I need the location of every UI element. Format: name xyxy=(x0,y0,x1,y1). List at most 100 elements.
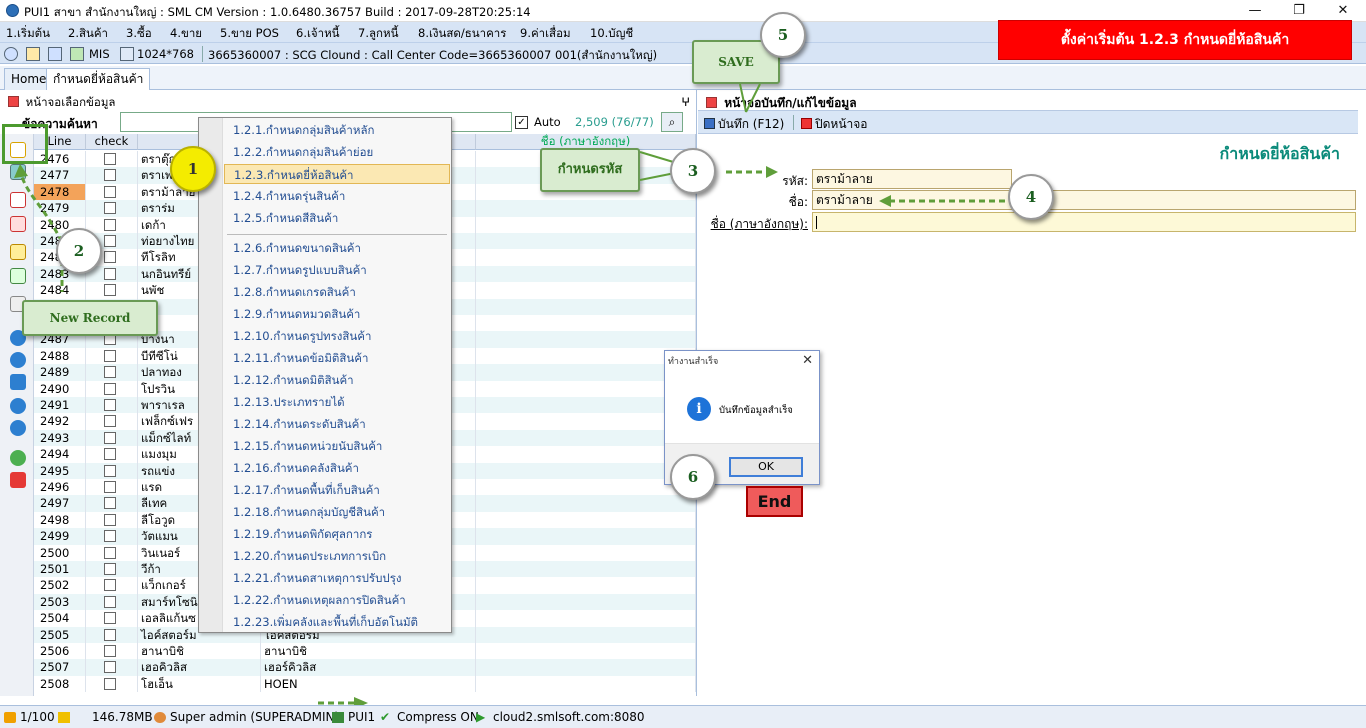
dropdown-item[interactable]: 1.2.23.เพิ่มคลังและพื้นที่เก็บอัตโนมัติ xyxy=(224,612,450,632)
row-checkbox[interactable] xyxy=(104,513,116,526)
eng-name-field[interactable] xyxy=(812,212,1356,232)
dropdown-item[interactable]: 1.2.1.กำหนดกลุ่มสินค้าหลัก xyxy=(224,120,450,140)
dropdown-item[interactable]: 1.2.22.กำหนดเหตุผลการปิดสินค้า xyxy=(224,590,450,610)
line-cell: 2500 xyxy=(34,544,86,561)
chart-icon[interactable] xyxy=(70,47,84,61)
floppy-icon xyxy=(704,118,715,129)
row-checkbox[interactable] xyxy=(104,530,116,543)
menu-depreciation[interactable]: 9.ค่าเสื่อม xyxy=(520,25,571,43)
row-checkbox[interactable] xyxy=(104,645,116,657)
dropdown-item[interactable]: 1.2.13.ประเภทรายได้ xyxy=(224,392,450,412)
extra-cell xyxy=(476,446,696,463)
row-checkbox[interactable] xyxy=(104,677,116,690)
dialog-close-icon[interactable]: ✕ xyxy=(802,353,813,368)
row-checkbox[interactable] xyxy=(104,464,116,477)
menu-product[interactable]: 2.สินค้า xyxy=(68,25,108,43)
play-icon: ▶ xyxy=(476,710,486,724)
table-row[interactable]: 2506 ฮานาบิชิ ฮานาบิชิ xyxy=(34,643,696,660)
maximize-button[interactable]: ❐ xyxy=(1276,0,1322,22)
minimize-button[interactable]: — xyxy=(1232,0,1278,22)
row-checkbox[interactable] xyxy=(104,399,116,411)
dropdown-item[interactable]: 1.2.9.กำหนดหมวดสินค้า xyxy=(224,304,450,324)
close-window-button[interactable]: ✕ xyxy=(1320,0,1366,22)
menu-accounting[interactable]: 10.บัญชี xyxy=(590,25,633,43)
dropdown-item[interactable]: 1.2.11.กำหนดข้อมิติสินค้า xyxy=(224,348,450,368)
menu-cash-bank[interactable]: 8.เงินสด/ธนาคาร xyxy=(418,25,506,43)
mis-button[interactable]: MIS xyxy=(89,47,110,61)
dropdown-item[interactable]: 1.2.21.กำหนดสาเหตุการปรับปรุง xyxy=(224,568,450,588)
screen-icon[interactable] xyxy=(120,47,134,61)
extra-cell xyxy=(476,282,696,299)
pin-icon[interactable]: ⵖ xyxy=(681,92,690,112)
row-checkbox[interactable] xyxy=(104,382,116,395)
search-icon[interactable]: ⌕ xyxy=(661,112,683,132)
new-record-callout: New Record xyxy=(22,300,158,336)
help-icon[interactable] xyxy=(10,450,26,466)
line-cell: 2507 xyxy=(34,659,86,676)
dropdown-item[interactable]: 1.2.5.กำหนดสีสินค้า xyxy=(224,208,450,228)
menu-purchase[interactable]: 3.ซื้อ xyxy=(126,25,152,43)
row-checkbox[interactable] xyxy=(104,546,116,559)
code-field[interactable]: ตราม้าลาย xyxy=(812,169,1012,189)
row-checkbox[interactable] xyxy=(104,579,116,592)
extra-cell xyxy=(476,643,696,660)
dropdown-item[interactable]: 1.2.7.กำหนดรูปแบบสินค้า xyxy=(224,260,450,280)
row-checkbox[interactable] xyxy=(104,612,116,625)
menu-sales[interactable]: 4.ขาย xyxy=(170,25,202,43)
move-up-icon[interactable] xyxy=(10,398,26,414)
resolution-label[interactable]: 1024*768 xyxy=(137,47,194,61)
dropdown-item[interactable]: 1.2.3.กำหนดยี่ห้อสินค้า xyxy=(224,164,450,184)
window-titlebar: PUI1 สาขา สำนักงานใหญ่ : SML CM Version … xyxy=(0,0,1366,22)
row-checkbox[interactable] xyxy=(104,595,116,608)
row-checkbox[interactable] xyxy=(104,366,116,379)
menu-debtor[interactable]: 7.ลูกหนี้ xyxy=(358,25,398,43)
row-checkbox[interactable] xyxy=(104,481,116,493)
step-2-marker: 2 xyxy=(56,228,102,274)
forward-icon[interactable] xyxy=(10,352,26,368)
dropdown-item[interactable]: 1.2.19.กำหนดพิกัดศุลกากร xyxy=(224,524,450,544)
row-checkbox[interactable] xyxy=(104,415,116,428)
clock-icon[interactable] xyxy=(4,47,18,61)
auto-checkbox[interactable]: ✓ xyxy=(515,116,528,129)
panel-icon[interactable] xyxy=(26,47,40,61)
column-header-check[interactable]: check xyxy=(86,134,138,150)
row-checkbox[interactable] xyxy=(104,563,116,575)
cancel-icon[interactable] xyxy=(10,472,26,488)
check-cell xyxy=(86,347,138,365)
row-checkbox[interactable] xyxy=(104,349,116,362)
dropdown-item[interactable]: 1.2.18.กำหนดกลุ่มบัญชีสินค้า xyxy=(224,502,450,522)
close-screen-button[interactable]: ปิดหน้าจอ xyxy=(801,115,868,134)
dropdown-item[interactable]: 1.2.4.กำหนดรุ่นสินค้า xyxy=(224,186,450,206)
dropdown-item[interactable]: 1.2.14.กำหนดระดับสินค้า xyxy=(224,414,450,434)
table-row[interactable]: 2508 โฮเอ็น HOEN xyxy=(34,675,696,693)
table-row[interactable]: 2507 เฮอคิวลิส เฮอร์คิวลิส xyxy=(34,659,696,676)
check-cell xyxy=(86,429,138,447)
dropdown-item[interactable]: 1.2.10.กำหนดรูปทรงสินค้า xyxy=(224,326,450,346)
row-checkbox[interactable] xyxy=(104,628,116,641)
dropdown-item[interactable]: 1.2.6.กำหนดขนาดสินค้า xyxy=(224,238,450,258)
calculator-icon[interactable] xyxy=(48,47,62,61)
tab-brand-setup[interactable]: กำหนดยี่ห้อสินค้า xyxy=(46,68,151,90)
menu-creditor[interactable]: 6.เจ้าหนี้ xyxy=(296,25,340,43)
dropdown-item[interactable]: 1.2.20.กำหนดประเภทการเบิก xyxy=(224,546,450,566)
expand-icon[interactable] xyxy=(10,374,26,390)
extra-cell xyxy=(476,495,696,512)
dropdown-item[interactable]: 1.2.12.กำหนดมิติสินค้า xyxy=(224,370,450,390)
menu-pos[interactable]: 5.ขาย POS xyxy=(220,25,279,43)
toolbar-separator xyxy=(793,115,794,130)
dropdown-item[interactable]: 1.2.16.กำหนดคลังสินค้า xyxy=(224,458,450,478)
menu-start[interactable]: 1.เริ่มต้น xyxy=(6,25,50,43)
dropdown-item[interactable]: 1.2.15.กำหนดหน่วยนับสินค้า xyxy=(224,436,450,456)
line-cell: 2488 xyxy=(34,347,86,365)
row-checkbox[interactable] xyxy=(104,661,116,674)
dropdown-item[interactable]: 1.2.8.กำหนดเกรดสินค้า xyxy=(224,282,450,302)
ok-button[interactable]: OK xyxy=(729,457,803,477)
row-checkbox[interactable] xyxy=(104,448,116,461)
move-down-icon[interactable] xyxy=(10,420,26,436)
line-cell: 2508 xyxy=(34,675,86,693)
row-checkbox[interactable] xyxy=(104,497,116,510)
check-cell xyxy=(86,561,138,578)
row-checkbox[interactable] xyxy=(104,431,116,444)
dropdown-item[interactable]: 1.2.17.กำหนดพื้นที่เก็บสินค้า xyxy=(224,480,450,500)
dropdown-item[interactable]: 1.2.2.กำหนดกลุ่มสินค้าย่อย xyxy=(224,142,450,162)
